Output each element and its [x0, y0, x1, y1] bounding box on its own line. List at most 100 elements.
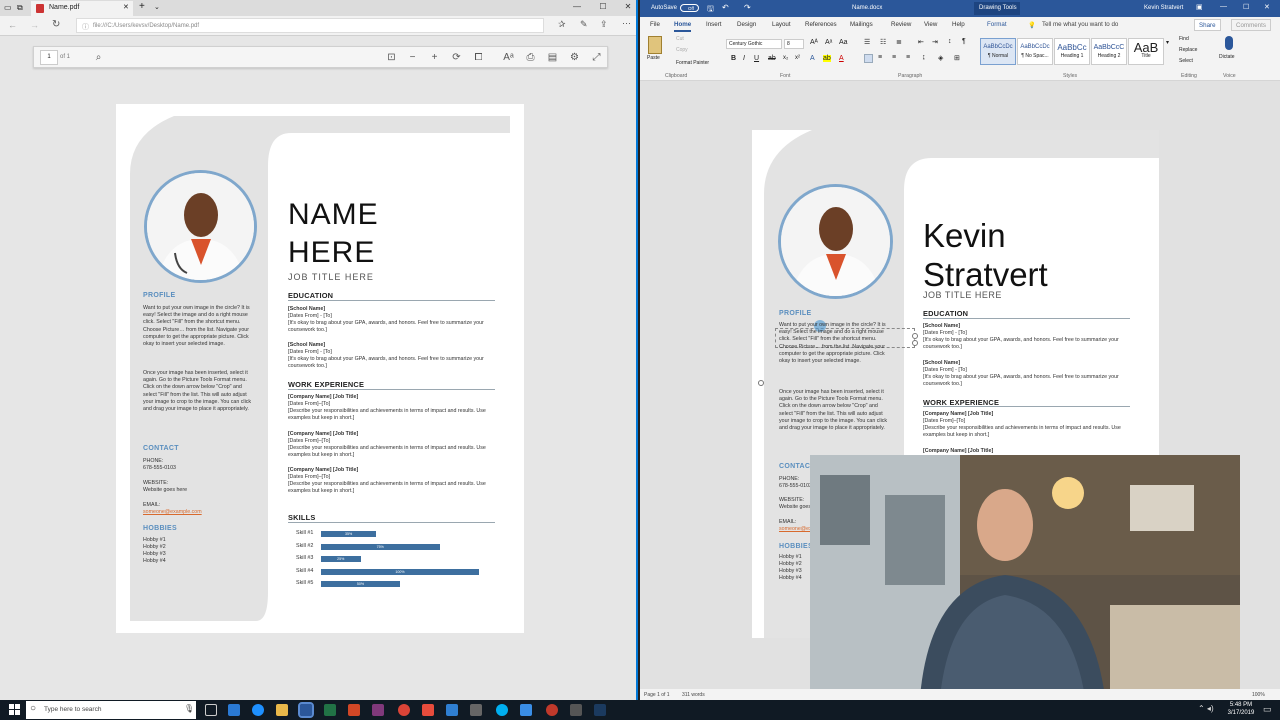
font-size-select[interactable]: 8	[784, 39, 804, 49]
zoom-out-icon[interactable]: −	[406, 51, 419, 64]
style-no-spacing[interactable]: AaBbCcDc ¶ No Spac...	[1017, 38, 1053, 65]
ribbon-display-icon[interactable]: ▣	[1196, 3, 1203, 11]
autosave-toggle[interactable]: Off	[680, 4, 699, 12]
onenote-icon[interactable]	[372, 704, 384, 716]
highlight-icon[interactable]: ab	[823, 55, 831, 62]
app-icon[interactable]	[422, 704, 434, 716]
profile-text-2[interactable]: Once your image has been inserted, selec…	[779, 389, 893, 432]
align-center-icon[interactable]: ≡	[878, 54, 882, 61]
show-marks-icon[interactable]: ¶	[962, 38, 966, 45]
decrease-indent-icon[interactable]: ⇤	[918, 38, 924, 46]
text-effects-icon[interactable]: A	[810, 55, 815, 62]
url-input[interactable]: ⓘ file:///C:/Users/kevsv/Desktop/Name.pd…	[76, 18, 544, 33]
tab-mailings[interactable]: Mailings	[850, 21, 873, 28]
rotate-icon[interactable]: ⟳	[450, 51, 463, 64]
steam-icon[interactable]	[594, 704, 606, 716]
strikethrough-icon[interactable]: ab	[768, 55, 776, 62]
format-painter-button[interactable]: Format Painter	[676, 60, 709, 66]
styles-more-icon[interactable]: ▾	[1166, 39, 1169, 46]
print-icon[interactable]: ⎙	[524, 51, 537, 64]
font-color-icon[interactable]: A	[839, 55, 844, 62]
file-explorer-icon[interactable]	[276, 704, 288, 716]
save-icon[interactable]: ▤	[546, 51, 559, 64]
close-tab-icon[interactable]: ✕	[123, 3, 129, 11]
maximize-icon[interactable]: ☐	[596, 2, 610, 14]
read-aloud-icon[interactable]: Aᵃ	[502, 51, 515, 64]
profile-text-1[interactable]: Want to put your own image in the circle…	[779, 322, 893, 365]
word-count-status[interactable]: 311 words	[682, 692, 705, 698]
tab-name-pdf[interactable]: Name.pdf ✕	[31, 1, 133, 16]
new-tab-icon[interactable]: +	[139, 1, 145, 12]
zoom-level[interactable]: 100%	[1252, 692, 1265, 698]
tab-list-icon[interactable]: ⌄	[154, 3, 160, 11]
refresh-icon[interactable]: ↻	[52, 19, 60, 30]
tab-insert[interactable]: Insert	[706, 21, 721, 28]
profile-photo[interactable]	[144, 170, 257, 283]
style-title[interactable]: AaB Title	[1128, 38, 1164, 65]
find-button[interactable]: Find	[1179, 36, 1189, 42]
app-icon[interactable]	[570, 704, 582, 716]
edge-icon[interactable]	[252, 704, 264, 716]
notes-icon[interactable]: ✎	[580, 19, 588, 30]
sort-icon[interactable]: ↕	[948, 38, 952, 45]
people-icon[interactable]	[446, 704, 458, 716]
clock-time[interactable]: 5:48 PM	[1226, 702, 1256, 708]
tell-me-input[interactable]: Tell me what you want to do	[1042, 21, 1118, 28]
chrome-icon[interactable]	[398, 704, 410, 716]
grow-font-icon[interactable]: Aᴬ	[810, 39, 818, 46]
microphone-icon[interactable]	[1225, 36, 1233, 50]
app-icon[interactable]	[470, 704, 482, 716]
share-icon[interactable]: ⇪	[600, 19, 608, 30]
record-icon[interactable]	[546, 704, 558, 716]
tab-preview-icon[interactable]: ⧉	[17, 3, 23, 13]
superscript-icon[interactable]: x²	[795, 55, 800, 61]
italic-icon[interactable]: I	[743, 55, 745, 62]
style-heading-1[interactable]: AaBbCc Heading 1	[1054, 38, 1090, 65]
close-icon[interactable]: ✕	[1264, 3, 1270, 11]
dictate-button[interactable]: Dictate	[1219, 54, 1235, 60]
undo-icon[interactable]: ↶	[722, 3, 729, 12]
page-layout-icon[interactable]: ⧠	[472, 51, 485, 64]
paste-icon[interactable]	[648, 36, 662, 54]
email-link[interactable]: someone@example.com	[143, 509, 202, 516]
fit-page-icon[interactable]: ⊡	[385, 51, 398, 64]
forward-icon[interactable]: →	[30, 20, 39, 30]
align-left-icon[interactable]	[864, 54, 873, 63]
change-case-icon[interactable]: Aa	[839, 39, 848, 46]
replace-button[interactable]: Replace	[1179, 47, 1197, 53]
tab-layout[interactable]: Layout	[772, 21, 791, 28]
notifications-icon[interactable]: ▭	[1263, 704, 1272, 715]
windows-start-icon[interactable]	[9, 704, 21, 716]
user-name[interactable]: Kevin Stratvert	[1144, 5, 1183, 11]
shrink-font-icon[interactable]: Aᵃ	[825, 39, 832, 46]
fullscreen-icon[interactable]: ⤢	[590, 51, 603, 64]
shading-icon[interactable]: ◈	[938, 54, 943, 62]
tab-design[interactable]: Design	[737, 21, 756, 28]
resize-handle[interactable]	[758, 380, 764, 386]
tab-references[interactable]: References	[805, 21, 837, 28]
close-window-icon[interactable]: ✕	[621, 2, 635, 14]
search-icon[interactable]: ⌕	[92, 51, 105, 64]
tab-review[interactable]: Review	[891, 21, 911, 28]
system-tray-icon[interactable]: ⌃ ◂)	[1198, 704, 1214, 713]
numbering-icon[interactable]: ☷	[880, 38, 886, 46]
more-icon[interactable]: ⋯	[622, 18, 631, 29]
resize-handle[interactable]	[912, 340, 918, 346]
zoom-in-icon[interactable]: +	[428, 51, 441, 64]
increase-indent-icon[interactable]: ⇥	[932, 38, 938, 46]
share-button[interactable]: Share	[1194, 19, 1221, 31]
comments-button[interactable]: Comments	[1231, 19, 1271, 31]
settings-icon[interactable]: ⚙	[568, 51, 581, 64]
job-title[interactable]: JOB TITLE HERE	[923, 290, 1002, 300]
line-spacing-icon[interactable]: ↨	[922, 54, 926, 61]
multilevel-icon[interactable]: ≣	[896, 38, 902, 46]
skype-icon[interactable]	[496, 704, 508, 716]
tab-help[interactable]: Help	[952, 21, 965, 28]
underline-icon[interactable]: U	[754, 55, 759, 62]
name-heading[interactable]: Kevin Stratvert	[923, 216, 1048, 294]
profile-photo[interactable]	[778, 184, 893, 299]
page-count-status[interactable]: Page 1 of 1	[644, 692, 670, 698]
powerpoint-icon[interactable]	[348, 704, 360, 716]
back-icon[interactable]: ←	[8, 20, 17, 30]
paste-button[interactable]: Paste	[647, 55, 660, 61]
